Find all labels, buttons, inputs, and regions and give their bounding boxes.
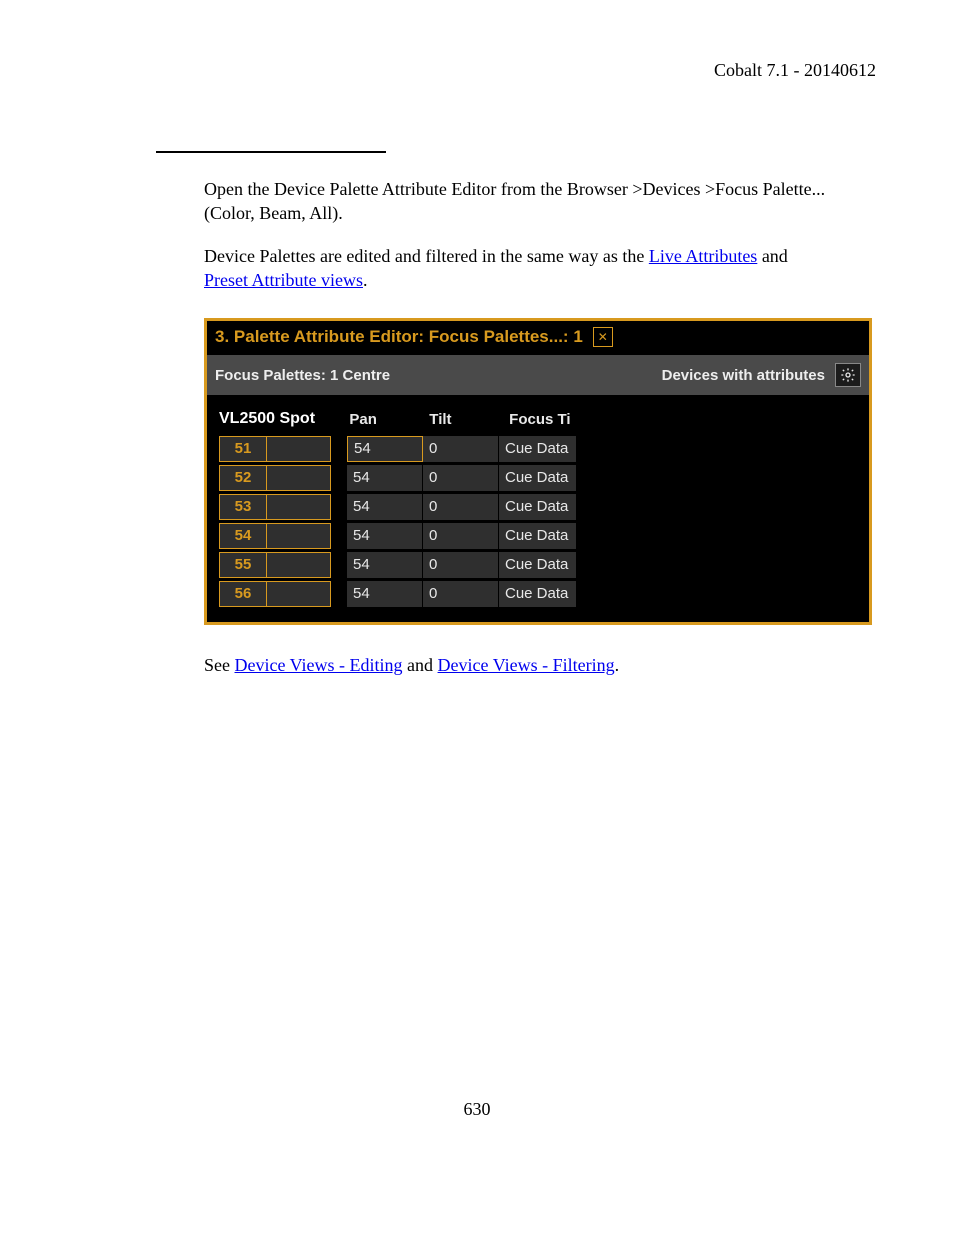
- tilt-cell[interactable]: 0: [423, 494, 499, 520]
- table-row: 55 540Cue Data: [215, 551, 585, 579]
- doc-header: Cobalt 7.1 - 20140612: [78, 60, 876, 81]
- tilt-cell[interactable]: 0: [423, 523, 499, 549]
- window-title: 3. Palette Attribute Editor: Focus Palet…: [215, 327, 583, 347]
- palette-name-label: Focus Palettes: 1 Centre: [215, 367, 390, 384]
- para3-post: .: [615, 655, 620, 675]
- tilt-cell[interactable]: 0: [423, 552, 499, 578]
- page-number: 630: [0, 1099, 954, 1120]
- table-row: 56 540Cue Data: [215, 580, 585, 608]
- section-rule: [156, 151, 876, 153]
- link-preset-attribute-views[interactable]: Preset Attribute views: [204, 270, 363, 290]
- para3-mid: and: [403, 655, 438, 675]
- pan-cell[interactable]: 54: [347, 465, 423, 491]
- tilt-column-header[interactable]: Tilt: [423, 411, 503, 428]
- pan-column-header[interactable]: Pan: [343, 411, 423, 428]
- window-titlebar: 3. Palette Attribute Editor: Focus Palet…: [207, 321, 869, 355]
- device-id: 52: [220, 466, 267, 490]
- palette-attribute-editor-window: 3. Palette Attribute Editor: Focus Palet…: [204, 318, 872, 625]
- table-row: 54540Cue Data: [215, 522, 585, 550]
- focus-cell[interactable]: Cue Data: [499, 581, 577, 607]
- gear-icon[interactable]: [835, 363, 861, 387]
- focus-cell[interactable]: Cue Data: [499, 523, 577, 549]
- focus-cell[interactable]: Cue Data: [499, 436, 577, 462]
- device-chip[interactable]: 56: [219, 581, 331, 607]
- pan-cell[interactable]: 54: [347, 494, 423, 520]
- pan-cell[interactable]: 54: [347, 523, 423, 549]
- para2-mid: and: [757, 246, 788, 266]
- focus-cell[interactable]: Cue Data: [499, 552, 577, 578]
- link-live-attributes[interactable]: Live Attributes: [649, 246, 757, 266]
- device-id: 56: [220, 582, 267, 606]
- table-row: 52 540Cue Data: [215, 464, 585, 492]
- para2-pre: Device Palettes are edited and filtered …: [204, 246, 649, 266]
- device-id: 55: [220, 553, 267, 577]
- devices-with-attributes-label: Devices with attributes: [662, 367, 825, 384]
- paragraph-3: See Device Views - Editing and Device Vi…: [204, 653, 836, 677]
- link-device-views-editing[interactable]: Device Views - Editing: [235, 655, 403, 675]
- pan-cell[interactable]: 54: [347, 436, 423, 462]
- tilt-cell[interactable]: 0: [423, 581, 499, 607]
- device-chip[interactable]: 54: [219, 523, 331, 549]
- pan-cell[interactable]: 54: [347, 552, 423, 578]
- device-id: 53: [220, 495, 267, 519]
- editor-subheader: Focus Palettes: 1 Centre Devices with at…: [207, 355, 869, 395]
- tilt-cell[interactable]: 0: [423, 465, 499, 491]
- close-icon[interactable]: ✕: [593, 327, 613, 347]
- focus-cell[interactable]: Cue Data: [499, 494, 577, 520]
- attribute-grid: VL2500 Spot Pan Tilt Focus Ti 51540Cue D…: [207, 395, 869, 622]
- device-column-header: VL2500 Spot: [215, 410, 343, 428]
- paragraph-2: Device Palettes are edited and filtered …: [204, 244, 836, 293]
- device-chip[interactable]: 53: [219, 494, 331, 520]
- grid-header-row: VL2500 Spot Pan Tilt Focus Ti: [215, 405, 585, 433]
- device-id: 51: [220, 437, 267, 461]
- focus-column-header[interactable]: Focus Ti: [503, 411, 585, 428]
- paragraph-1: Open the Device Palette Attribute Editor…: [204, 177, 836, 226]
- device-id: 54: [220, 524, 267, 548]
- para2-post: .: [363, 270, 368, 290]
- focus-cell[interactable]: Cue Data: [499, 465, 577, 491]
- para3-pre: See: [204, 655, 235, 675]
- device-chip[interactable]: 55: [219, 552, 331, 578]
- tilt-cell[interactable]: 0: [423, 436, 499, 462]
- table-row: 51 540Cue Data: [215, 435, 585, 463]
- pan-cell[interactable]: 54: [347, 581, 423, 607]
- device-chip[interactable]: 51: [219, 436, 331, 462]
- table-row: 53 540Cue Data: [215, 493, 585, 521]
- device-chip[interactable]: 52: [219, 465, 331, 491]
- link-device-views-filtering[interactable]: Device Views - Filtering: [438, 655, 615, 675]
